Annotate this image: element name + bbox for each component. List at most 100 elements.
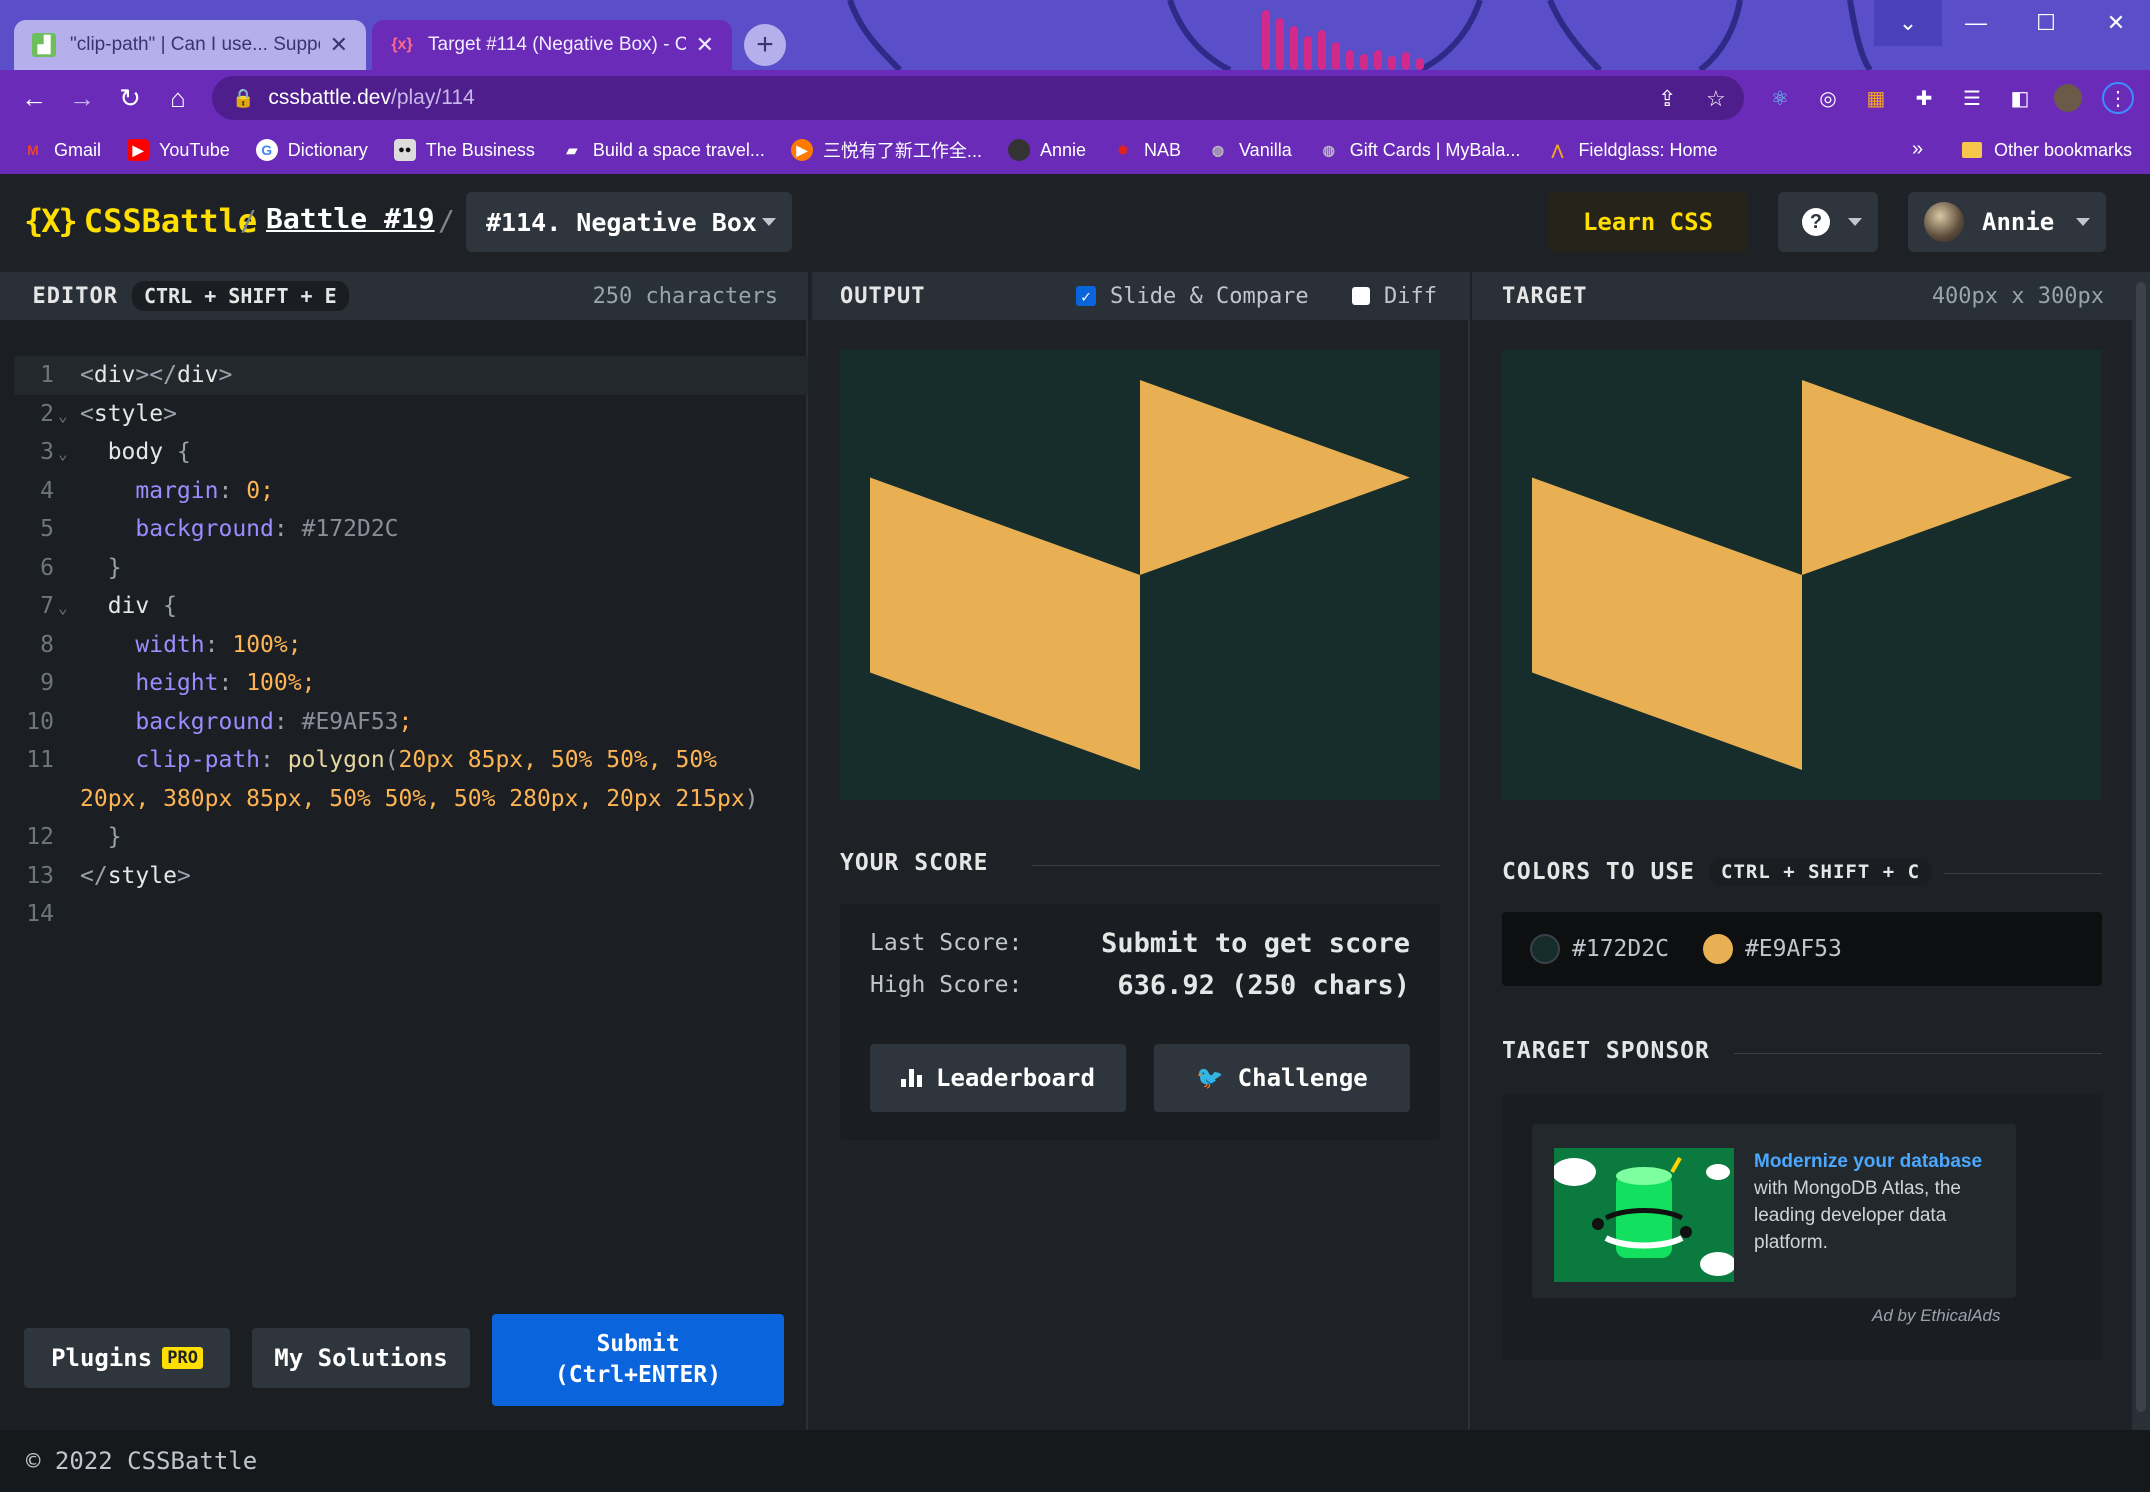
challenge-button[interactable]: 🐦 Challenge <box>1154 1044 1410 1112</box>
new-tab-button[interactable]: + <box>744 24 786 66</box>
bookmark-gmail[interactable]: M Gmail <box>22 139 101 161</box>
diff-toggle[interactable]: Diff <box>1352 284 1437 309</box>
close-tab-icon[interactable]: ✕ <box>330 32 348 58</box>
code-line[interactable]: 1 <div></div> <box>14 356 808 395</box>
line-number: 14 <box>26 901 54 927</box>
nab-star-icon: ✸ <box>1117 141 1129 158</box>
share-icon[interactable]: ⇪ <box>1658 86 1676 112</box>
browser-menu-icon[interactable]: ⋮ <box>2102 82 2134 114</box>
react-devtools-icon[interactable]: ⚛ <box>1766 84 1794 112</box>
profile-avatar-icon[interactable] <box>2054 84 2082 112</box>
bookmark-nab[interactable]: ✸ NAB <box>1112 139 1181 161</box>
code-line[interactable]: 5 background: #172D2C <box>0 510 808 549</box>
bookmark-the-business[interactable]: ●● The Business <box>393 139 535 161</box>
target-extension-icon[interactable]: ◎ <box>1814 84 1842 112</box>
ad-headline[interactable]: Modernize your database <box>1754 1151 1982 1172</box>
my-solutions-button[interactable]: My Solutions <box>252 1328 470 1388</box>
code-line[interactable]: 7 ⌄ div { <box>0 587 808 626</box>
line-number: 4 <box>40 477 54 504</box>
bookmark-vanilla[interactable]: ◍ Vanilla <box>1207 139 1292 161</box>
more-bookmarks-chevron-icon[interactable]: » <box>1912 138 1923 161</box>
bookmark-star-icon[interactable]: ☆ <box>1706 86 1726 112</box>
output-canvas[interactable] <box>840 350 1440 800</box>
tab-search-button[interactable]: ⌄ <box>1874 0 1942 46</box>
bookmark-label: NAB <box>1144 139 1182 160</box>
home-icon[interactable]: ⌂ <box>158 78 198 118</box>
line-number: 10 <box>26 708 54 735</box>
url-path: /play/114 <box>391 86 475 109</box>
back-arrow-icon[interactable]: ← <box>14 78 54 118</box>
tab-caniuse[interactable]: ▟ "clip-path" | Can I use... Support t ✕ <box>14 20 366 70</box>
bookmark-label: The Business <box>425 139 535 160</box>
color-swatch[interactable]: #172D2C <box>1530 934 1669 964</box>
slide-compare-toggle[interactable]: ✓ Slide & Compare <box>1076 284 1309 309</box>
line-number: 8 <box>40 631 54 658</box>
bookmark-chinese-site[interactable]: ▶ 三悦有了新工作全... <box>790 137 982 163</box>
code-line[interactable]: 4 margin: 0; <box>0 472 808 511</box>
code-line[interactable]: 6 } <box>0 549 808 588</box>
extensions-puzzle-icon[interactable]: ✚ <box>1910 84 1938 112</box>
ad-attribution[interactable]: Ad by EthicalAds <box>1872 1306 2001 1326</box>
bookmark-label: Dictionary <box>287 139 368 160</box>
code-editor[interactable]: 1 <div></div> 2 ⌄ <style> 3 ⌄ body { 4 margi… <box>0 320 808 1430</box>
code-line-wrap[interactable]: 20px, 380px 85px, 50% 50%, 50% 280px, 20… <box>0 780 808 819</box>
cssbattle-logo[interactable]: {X} CSSBattle <box>24 202 257 240</box>
scrollbar-thumb[interactable] <box>2136 282 2146 1412</box>
reload-icon[interactable]: ↻ <box>110 78 150 118</box>
code-line[interactable]: 11 clip-path: polygon(20px 85px, 50% 50%… <box>0 741 808 780</box>
fold-chevron-icon[interactable]: ⌄ <box>58 589 68 628</box>
fold-chevron-icon[interactable]: ⌄ <box>58 435 68 474</box>
line-number: 3 <box>40 439 54 465</box>
close-window-button[interactable]: ✕ <box>2082 0 2150 46</box>
bookmark-youtube[interactable]: ▶ YouTube <box>127 139 230 161</box>
other-bookmarks-folder[interactable]: Other bookmarks <box>1962 126 2132 174</box>
mongodb-ad-image[interactable] <box>1554 1148 1734 1282</box>
side-panel-icon[interactable]: ◧ <box>2006 84 2034 112</box>
space-app-icon: ▰ <box>566 141 578 158</box>
fold-chevron-icon[interactable]: ⌄ <box>58 397 68 436</box>
checkbox-unchecked-icon[interactable] <box>1352 287 1370 305</box>
tab-cssbattle[interactable]: {x} Target #114 (Negative Box) - CSS ✕ <box>372 20 732 70</box>
bookmark-dictionary[interactable]: G Dictionary <box>255 139 368 161</box>
app-header: {X} CSSBattle / Battle #19 / #114. Negat… <box>0 174 2150 272</box>
close-tab-icon[interactable]: ✕ <box>696 32 714 58</box>
code-line[interactable]: 14 <box>0 895 808 934</box>
fieldglass-icon: ⋀ <box>1551 141 1564 158</box>
target-select-dropdown[interactable]: #114. Negative Box <box>466 192 792 252</box>
checkbox-checked-icon[interactable]: ✓ <box>1076 286 1096 306</box>
code-line[interactable]: 10 background: #E9AF53; <box>0 703 808 742</box>
help-menu-button[interactable]: ? <box>1778 192 1878 252</box>
battle-link[interactable]: Battle #19 <box>266 202 435 235</box>
page-scrollbar[interactable] <box>2132 272 2150 1430</box>
code-line[interactable]: 12 } <box>0 818 808 857</box>
submit-button[interactable]: Submit (Ctrl+ENTER) <box>492 1314 784 1406</box>
plugins-button[interactable]: Plugins PRO <box>24 1328 230 1388</box>
bookmark-space-travel[interactable]: ▰ Build a space travel... <box>561 139 764 161</box>
ad-text[interactable]: Modernize your database with MongoDB Atl… <box>1754 1148 2004 1256</box>
bookmark-fieldglass[interactable]: ⋀ Fieldglass: Home <box>1546 139 1718 161</box>
maximize-button[interactable]: ☐ <box>2012 0 2080 46</box>
abc-icon: ●● <box>393 139 416 161</box>
notes-extension-icon[interactable]: ▦ <box>1862 84 1890 112</box>
code-area[interactable]: 1 <div></div> 2 ⌄ <style> 3 ⌄ body { 4 margi… <box>0 356 808 934</box>
leaderboard-button[interactable]: Leaderboard <box>870 1044 1126 1112</box>
colors-to-use-title: COLORS TO USE CTRL + SHIFT + C <box>1502 858 1933 886</box>
code-line[interactable]: 13 </style> <box>0 857 808 896</box>
ad-card[interactable]: Modernize your database with MongoDB Atl… <box>1532 1124 2016 1298</box>
high-score-value: 636.92 (250 chars) <box>1117 970 1410 1001</box>
reading-list-icon[interactable]: ☰ <box>1958 84 1986 112</box>
url-input[interactable]: 🔒 cssbattle.dev/play/114 ⇪ ☆ <box>212 76 1744 120</box>
forward-arrow-icon[interactable]: → <box>62 78 102 118</box>
bookmark-gift-cards[interactable]: ◍ Gift Cards | MyBala... <box>1318 139 1521 161</box>
learn-css-button[interactable]: Learn CSS <box>1548 192 1748 252</box>
globe-icon: ◍ <box>1322 141 1335 158</box>
minimize-button[interactable]: — <box>1942 0 2010 46</box>
user-menu-button[interactable]: Annie <box>1908 192 2106 252</box>
bookmark-annie[interactable]: Annie <box>1007 139 1086 161</box>
code-line[interactable]: 8 width: 100%; <box>0 626 808 665</box>
code-line[interactable]: 9 height: 100%; <box>0 664 808 703</box>
color-swatch[interactable]: #E9AF53 <box>1702 934 1842 964</box>
code-line[interactable]: 2 ⌄ <style> <box>0 395 808 434</box>
code-line[interactable]: 3 ⌄ body { <box>0 433 808 472</box>
logo-mark-icon: {X} <box>24 202 78 240</box>
